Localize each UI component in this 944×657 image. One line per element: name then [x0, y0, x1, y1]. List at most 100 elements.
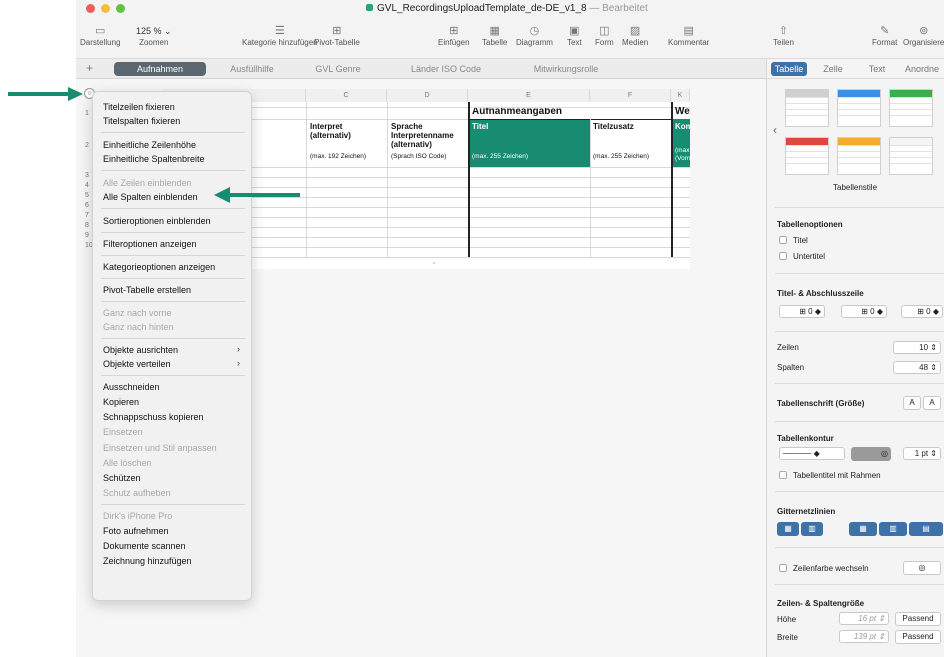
menu-item-alle-zeilen-einblenden[interactable]: Alle Zeilen einblenden [103, 178, 192, 188]
menu-item-ganz-nach-hinten[interactable]: Ganz nach hinten [103, 322, 174, 332]
menu-item-titelzeilen-fixieren[interactable]: Titelzeilen fixieren [103, 102, 175, 112]
sheet-tab-gvl-genre[interactable]: GVL Genre [298, 62, 378, 76]
tab-text[interactable]: Text [859, 62, 895, 76]
header-columns-stepper[interactable]: ⊞ 0 ◆ [841, 305, 887, 318]
row-number[interactable]: 9 [85, 232, 89, 239]
rows-stepper[interactable]: 10 ⇕ [893, 341, 941, 354]
shape-button[interactable]: ◫ Form [595, 25, 614, 47]
menu-item-kategorieoptionen[interactable]: Kategorieoptionen anzeigen [103, 262, 215, 272]
menu-item-schutz-aufheben[interactable]: Schutz aufheben [103, 488, 171, 498]
note-komponist[interactable]: (max. 192 Zeichen) (Vorname Name; ...) [675, 147, 690, 163]
row-number[interactable]: 8 [85, 222, 89, 229]
column-header-e[interactable]: E [468, 89, 590, 102]
minimize-window-button[interactable] [101, 4, 110, 13]
sheet-tab-aufnahmen[interactable]: Aufnahmen [114, 62, 206, 76]
media-button[interactable]: ▨ Medien [622, 25, 648, 47]
gridlines-vertical-button[interactable]: ▥ [801, 522, 823, 536]
section-aufnahmeangaben[interactable]: Aufnahmeangaben [472, 107, 562, 116]
menu-item-zeichnung-hinzufuegen[interactable]: Zeichnung hinzufügen [103, 556, 192, 566]
height-stepper[interactable]: 16 pt ⇕ [839, 612, 889, 625]
fit-height-button[interactable]: Passend [895, 612, 941, 626]
row-number[interactable]: 1 [85, 110, 89, 117]
add-sheet-button[interactable]: + [86, 61, 93, 75]
menu-item-sortieroptionen[interactable]: Sortieroptionen einblenden [103, 216, 211, 226]
header-titel[interactable]: Titel [472, 122, 488, 131]
menu-item-ausschneiden[interactable]: Ausschneiden [103, 382, 160, 392]
row-number[interactable]: 7 [85, 212, 89, 219]
header-rows-stepper[interactable]: ⊞ 0 ◆ [779, 305, 825, 318]
menu-item-dokumente-scannen[interactable]: Dokumente scannen [103, 541, 186, 551]
pivot-table-button[interactable]: ⊞ Pivot-Tabelle [314, 25, 360, 47]
note-titelzusatz[interactable]: (max. 255 Zeichen) [593, 152, 649, 161]
view-button[interactable]: ▭ Darstellung [80, 25, 120, 47]
table-button[interactable]: ▦ Tabelle [482, 25, 507, 47]
note-interpret[interactable]: (max. 192 Zeichen) [310, 152, 366, 161]
row-number[interactable]: 3 [85, 172, 89, 179]
menu-item-filteroptionen[interactable]: Filteroptionen anzeigen [103, 239, 197, 249]
menu-item-objekte-verteilen[interactable]: Objekte verteilen [103, 359, 171, 369]
tab-zelle[interactable]: Zelle [815, 62, 851, 76]
font-smaller-button[interactable]: A [903, 396, 921, 410]
gridlines-footer-button[interactable]: ▤ [909, 522, 943, 536]
row-color-well[interactable]: ◎ [903, 561, 941, 575]
tab-tabelle[interactable]: Tabelle [771, 62, 807, 76]
sheet-tab-mitwirkungsrolle[interactable]: Mitwirkungsrolle [516, 62, 616, 76]
header-interpret[interactable]: Interpret (alternativ) [310, 122, 386, 140]
color-wheel-icon[interactable]: ◎ [881, 449, 888, 458]
note-titel[interactable]: (max. 255 Zeichen) [472, 152, 528, 161]
menu-item-schnappschuss-kopieren[interactable]: Schnappschuss kopieren [103, 412, 204, 422]
add-category-button[interactable]: ☰ Kategorie hinzufügen [242, 25, 318, 47]
menu-item-ganz-nach-vorne[interactable]: Ganz nach vorne [103, 308, 172, 318]
table-style-thumb[interactable] [889, 137, 933, 175]
header-sprache-interpretenname[interactable]: Sprache Interpretenname (alternativ) [391, 122, 467, 149]
column-header-f[interactable]: F [590, 89, 671, 102]
zoom-button[interactable]: 125 % ⌄ Zoomen [136, 25, 172, 47]
header-komponist[interactable]: Komponist [675, 122, 690, 131]
menu-item-titelspalten-fixieren[interactable]: Titelspalten fixieren [103, 116, 180, 126]
menu-item-kopieren[interactable]: Kopieren [103, 397, 139, 407]
font-bigger-button[interactable]: A [923, 396, 941, 410]
menu-item-einsetzen[interactable]: Einsetzen [103, 427, 143, 437]
sheet-tab-ausfuellhilfe[interactable]: Ausfüllhilfe [212, 62, 292, 76]
resize-handle-icon[interactable]: ▫ [433, 259, 435, 268]
width-stepper[interactable]: 139 pt ⇕ [839, 630, 889, 643]
organize-button[interactable]: ⊚ Organisiere [903, 25, 944, 47]
table-style-thumb[interactable] [785, 89, 829, 127]
sheet-tab-laender-iso-code[interactable]: Länder ISO Code [396, 62, 496, 76]
format-button[interactable]: ✎ Format [872, 25, 897, 47]
menu-item-einsetzen-stil[interactable]: Einsetzen und Stil anpassen [103, 443, 217, 453]
section-werkangaben[interactable]: Werkangaben [675, 107, 690, 116]
share-button[interactable]: ⇧ Teilen [773, 25, 794, 47]
subtitle-checkbox[interactable] [779, 252, 787, 260]
columns-stepper[interactable]: 48 ⇕ [893, 361, 941, 374]
row-number[interactable]: 2 [85, 142, 89, 149]
zoom-window-button[interactable] [116, 4, 125, 13]
table-style-thumb[interactable] [837, 137, 881, 175]
gridlines-header-rows-button[interactable]: ▦ [849, 522, 877, 536]
table-style-thumb[interactable] [837, 89, 881, 127]
table-style-thumb[interactable] [785, 137, 829, 175]
menu-item-einheitliche-spaltenbreite[interactable]: Einheitliche Spaltenbreite [103, 154, 205, 164]
gridlines-header-cols-button[interactable]: ▥ [879, 522, 907, 536]
menu-item-pivot-tabelle-erstellen[interactable]: Pivot-Tabelle erstellen [103, 285, 191, 295]
chart-button[interactable]: ◷ Diagramm [516, 25, 553, 47]
column-header-k[interactable]: K [671, 89, 690, 102]
alternate-row-color-checkbox[interactable] [779, 564, 787, 572]
menu-item-schuetzen[interactable]: Schützen [103, 473, 141, 483]
menu-item-einheitliche-zeilenhoehe[interactable]: Einheitliche Zeilenhöhe [103, 140, 196, 150]
tab-anordnen[interactable]: Anordne [899, 62, 944, 76]
column-header-c[interactable]: C [306, 89, 387, 102]
row-number[interactable]: 4 [85, 182, 89, 189]
close-window-button[interactable] [86, 4, 95, 13]
title-border-checkbox[interactable] [779, 471, 787, 479]
menu-item-objekte-ausrichten[interactable]: Objekte ausrichten [103, 345, 178, 355]
fit-width-button[interactable]: Passend [895, 630, 941, 644]
comment-button[interactable]: ▤ Kommentar [668, 25, 709, 47]
row-number[interactable]: 5 [85, 192, 89, 199]
row-number[interactable]: 6 [85, 202, 89, 209]
insert-button[interactable]: ⊞ Einfügen [438, 25, 470, 47]
table-style-thumb[interactable] [889, 89, 933, 127]
column-header-d[interactable]: D [387, 89, 468, 102]
chevron-left-icon[interactable]: ‹ [773, 123, 777, 137]
menu-item-alle-spalten-einblenden[interactable]: Alle Spalten einblenden [103, 192, 198, 202]
